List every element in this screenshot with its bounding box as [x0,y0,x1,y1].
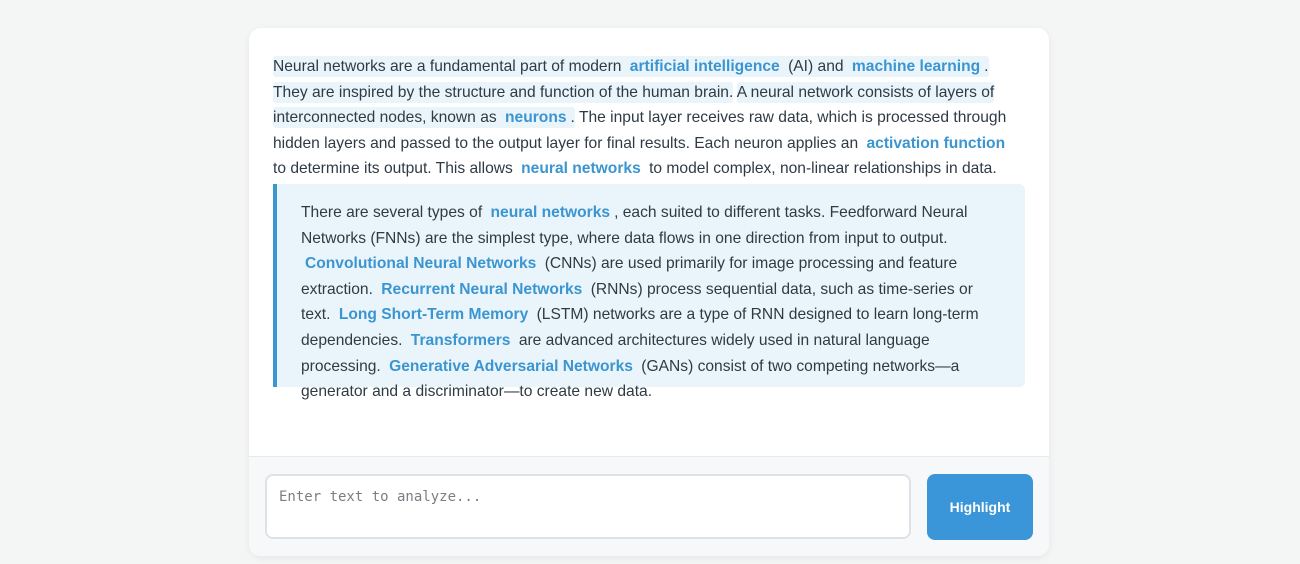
article-content: Neural networks are a fundamental part o… [273,54,1025,400]
text-span: (AI) and [788,58,844,75]
keyword-artificial-intelligence: artificial intelligence [629,58,780,75]
text-span: Neural networks are a fundamental part o… [273,58,622,75]
keyword-neural-networks: neural networks [521,160,641,178]
highlight-button[interactable]: Highlight [927,474,1033,540]
text-span: to model complex, non-linear relationshi… [649,160,997,178]
text-span: to determine its output. This allows [273,160,513,178]
input-bar: Highlight [249,457,1049,556]
text-span: . [984,58,989,75]
highlighted-blockquote: There are several types of neural networ… [273,183,1025,400]
keyword-machine-learning: machine learning [851,58,981,75]
text-span: . [570,109,575,127]
text-analyze-input[interactable] [265,474,911,539]
keyword-lstm: Long Short-Term Memory [338,306,529,324]
highlighted-sentence: They are inspired by the structure and f… [273,81,734,103]
paragraph-intro: Neural networks are a fundamental part o… [273,54,1025,182]
keyword-gan: Generative Adversarial Networks [389,357,633,375]
keyword-rnn: Recurrent Neural Networks [381,280,583,298]
keyword-transformers: Transformers [410,331,511,349]
keyword-neural-networks: neural networks [490,203,611,221]
keyword-activation-function: activation function [866,134,1006,152]
keyword-cnn: Convolutional Neural Networks [305,255,537,273]
text-span: There are several types of [301,203,483,221]
highlighted-sentence: Neural networks are a fundamental part o… [273,56,989,77]
keyword-neurons: neurons [505,109,567,127]
main-card: Neural networks are a fundamental part o… [249,28,1049,556]
